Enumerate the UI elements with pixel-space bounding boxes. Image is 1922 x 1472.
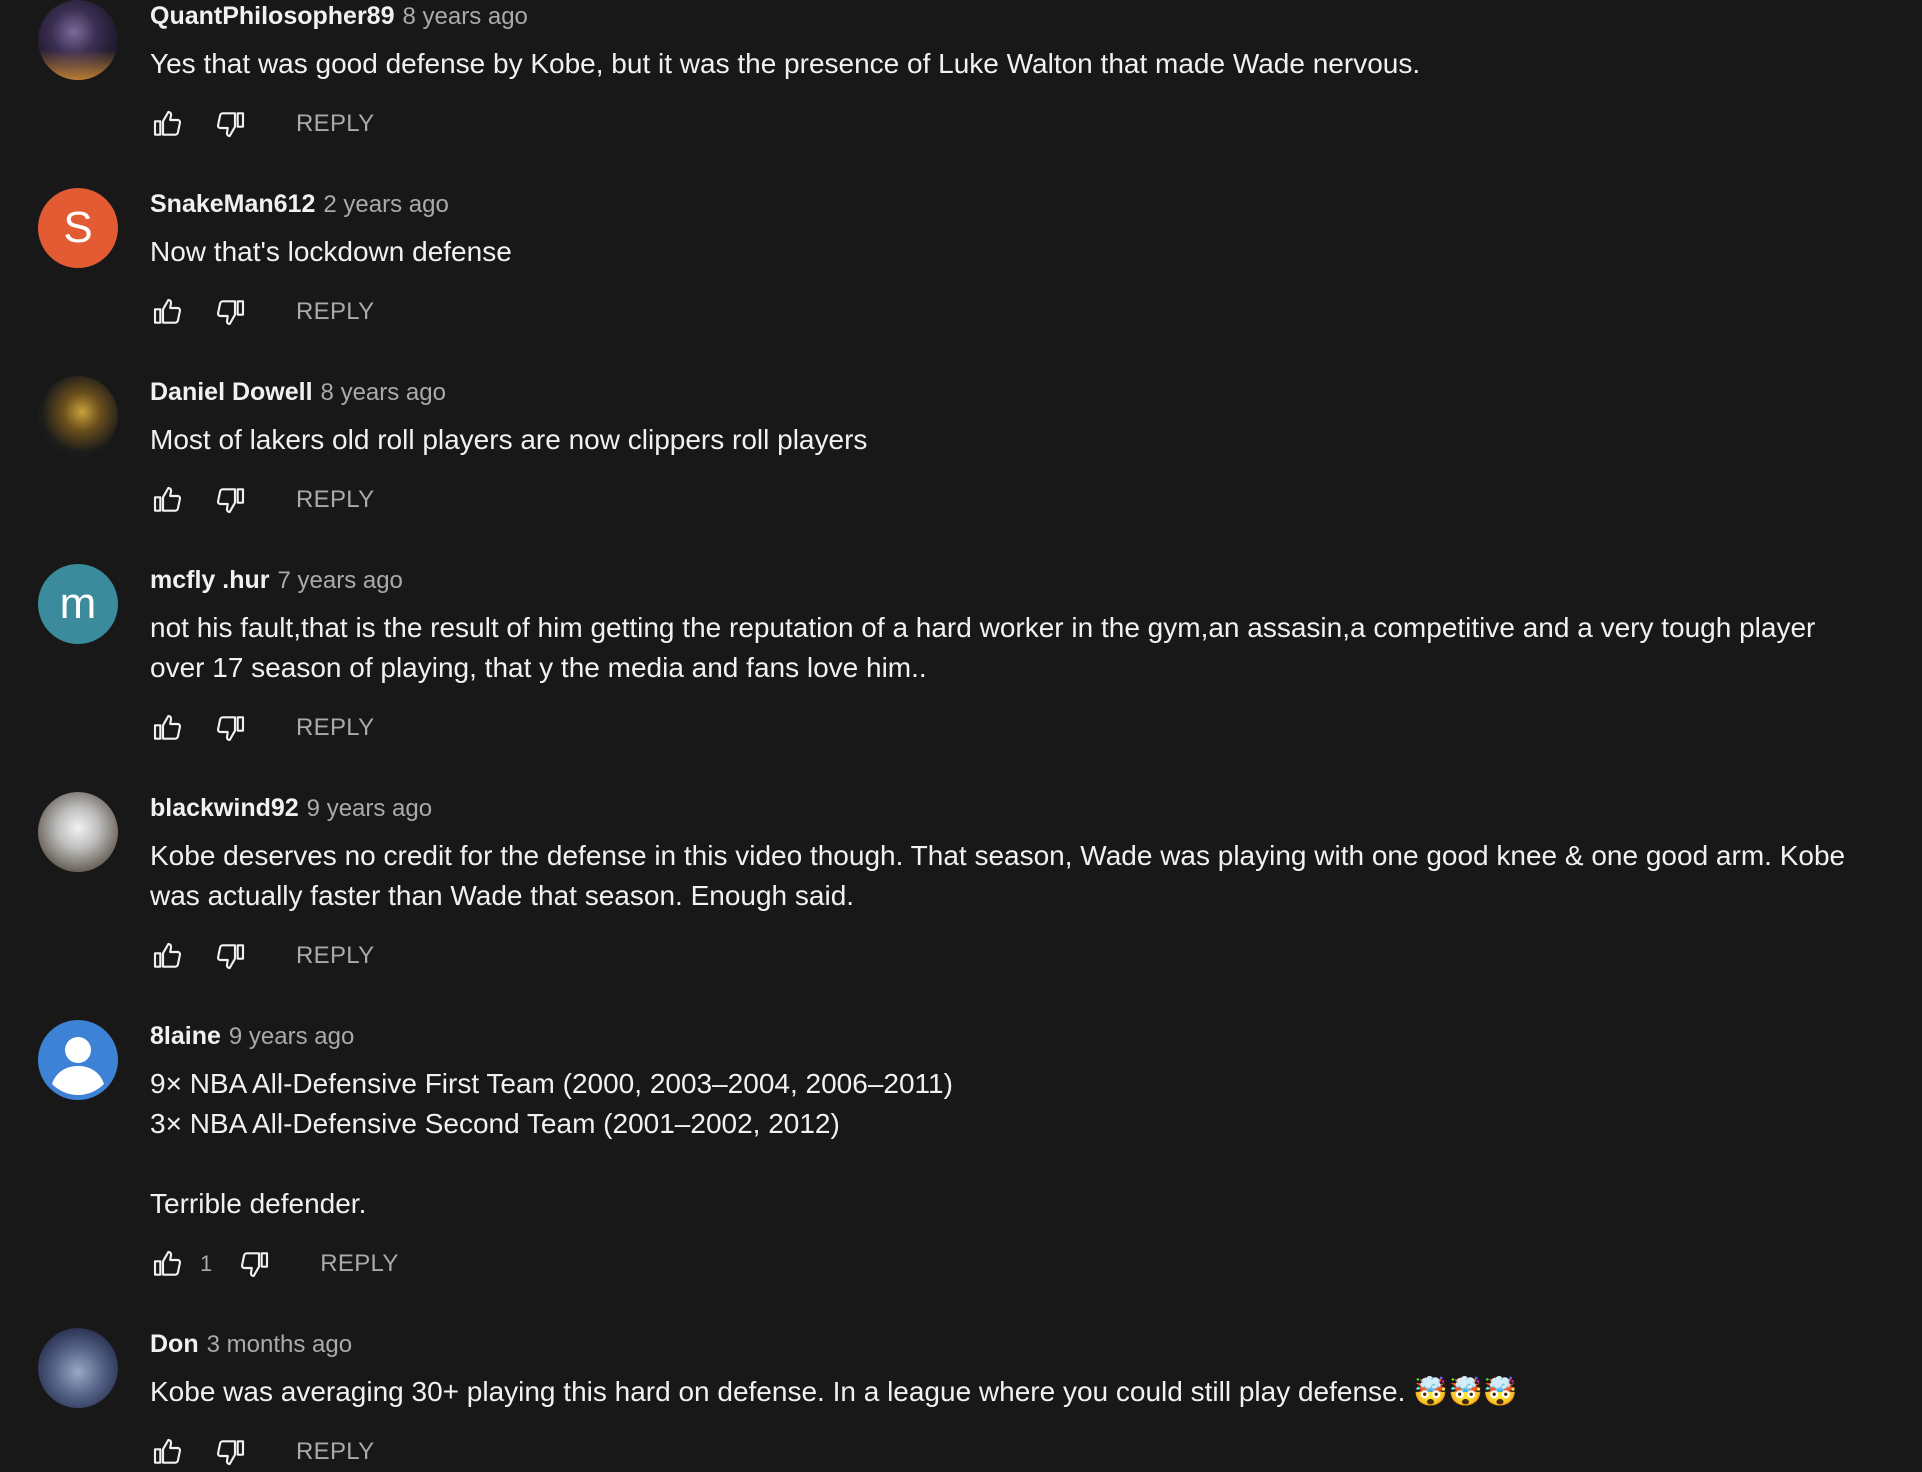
reply-button[interactable]: REPLY <box>296 110 374 138</box>
thumbs-up-icon[interactable] <box>150 939 184 973</box>
like-count: 1 <box>200 1251 213 1276</box>
thumbs-down-icon[interactable] <box>214 107 248 141</box>
comment-actions: REPLY <box>150 480 374 520</box>
comment-actions: REPLY <box>150 104 374 144</box>
thumbs-up-icon[interactable] <box>150 711 184 745</box>
avatar[interactable] <box>38 1328 118 1408</box>
avatar-letter: S <box>63 203 93 252</box>
avatar-letter: m <box>59 579 97 628</box>
comment-actions: REPLY <box>150 708 374 748</box>
comment-text: Most of lakers old roll players are now … <box>150 424 868 455</box>
comment-timestamp[interactable]: 2 years ago <box>323 191 448 219</box>
reply-button[interactable]: REPLY <box>320 1250 398 1278</box>
thumbs-up-icon[interactable] <box>150 295 184 329</box>
comment-author[interactable]: blackwind92 <box>150 794 299 823</box>
comment-timestamp[interactable]: 9 years ago <box>229 1023 354 1051</box>
comment-text: Kobe deserves no credit for the defense … <box>150 840 1853 911</box>
comment-actions: REPLY <box>150 1432 374 1472</box>
comment-author[interactable]: SnakeMan612 <box>150 190 315 219</box>
comment-text: Kobe was averaging 30+ playing this hard… <box>150 1376 1518 1407</box>
comment-timestamp[interactable]: 3 months ago <box>207 1331 352 1359</box>
avatar[interactable] <box>38 376 118 456</box>
thumbs-down-icon[interactable] <box>214 939 248 973</box>
comment-author[interactable]: Daniel Dowell <box>150 378 313 407</box>
comment-text: not his fault,that is the result of him … <box>150 612 1824 683</box>
comment-actions: 1 REPLY <box>150 1244 399 1284</box>
comment-text: Yes that was good defense by Kobe, but i… <box>150 48 1421 79</box>
comment-text: Now that's lockdown defense <box>150 236 512 267</box>
comment-timestamp[interactable]: 8 years ago <box>402 3 527 31</box>
thumbs-down-icon[interactable] <box>238 1247 272 1281</box>
reply-button[interactable]: REPLY <box>296 486 374 514</box>
avatar[interactable]: S <box>38 188 118 268</box>
thumbs-down-icon[interactable] <box>214 295 248 329</box>
comment-author[interactable]: mcfly .hur <box>150 566 269 595</box>
thumbs-up-icon[interactable] <box>150 1247 184 1281</box>
comment-actions: REPLY <box>150 936 374 976</box>
avatar[interactable]: m <box>38 564 118 644</box>
comment-author[interactable]: Don <box>150 1330 199 1359</box>
comment-author[interactable]: QuantPhilosopher89 <box>150 2 394 31</box>
avatar[interactable] <box>38 792 118 872</box>
thumbs-down-icon[interactable] <box>214 483 248 517</box>
comment-actions: REPLY <box>150 292 374 332</box>
thumbs-up-icon[interactable] <box>150 1435 184 1469</box>
comment-timestamp[interactable]: 9 years ago <box>307 795 432 823</box>
avatar[interactable] <box>38 0 118 80</box>
comment-text: 9× NBA All-Defensive First Team (2000, 2… <box>150 1068 953 1219</box>
comment-timestamp[interactable]: 7 years ago <box>277 567 402 595</box>
comment-author[interactable]: 8laine <box>150 1022 221 1051</box>
reply-button[interactable]: REPLY <box>296 714 374 742</box>
reply-button[interactable]: REPLY <box>296 298 374 326</box>
thumbs-up-icon[interactable] <box>150 107 184 141</box>
reply-button[interactable]: REPLY <box>296 942 374 970</box>
thumbs-up-icon[interactable] <box>150 483 184 517</box>
thumbs-down-icon[interactable] <box>214 1435 248 1469</box>
default-user-icon[interactable] <box>38 1020 118 1100</box>
comment-timestamp[interactable]: 8 years ago <box>321 379 446 407</box>
thumbs-down-icon[interactable] <box>214 711 248 745</box>
